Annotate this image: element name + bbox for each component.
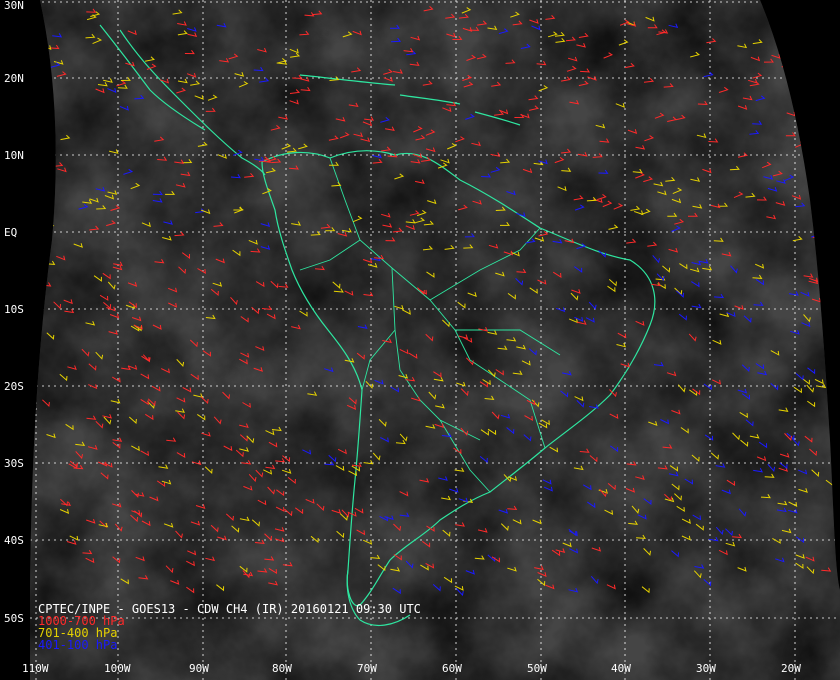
lon-label: 60W — [442, 662, 462, 675]
lat-label: 30S — [4, 457, 24, 470]
lat-label: 30N — [4, 0, 24, 12]
lon-label: 30W — [696, 662, 716, 675]
legend: CPTEC/INPE - GOES13 - CDW CH4 (IR) 20160… — [38, 603, 421, 651]
legend-item-high: 401-100 hPa — [38, 638, 118, 652]
lat-label: 10N — [4, 149, 24, 162]
lat-label: 20S — [4, 380, 24, 393]
lon-label: 50W — [527, 662, 547, 675]
lat-label: 40S — [4, 534, 24, 547]
satellite-map — [0, 0, 840, 680]
lon-label: 40W — [611, 662, 631, 675]
lon-label: 110W — [22, 662, 49, 675]
lon-label: 100W — [104, 662, 131, 675]
lon-label: 80W — [272, 662, 292, 675]
lat-label: EQ — [4, 226, 18, 239]
lat-label: 20N — [4, 72, 24, 85]
lon-label: 20W — [781, 662, 801, 675]
lon-label: 70W — [357, 662, 377, 675]
satellite-disk — [30, 0, 840, 680]
lat-label: 10S — [4, 303, 24, 316]
lat-label: 50S — [4, 612, 24, 625]
lon-label: 90W — [189, 662, 209, 675]
